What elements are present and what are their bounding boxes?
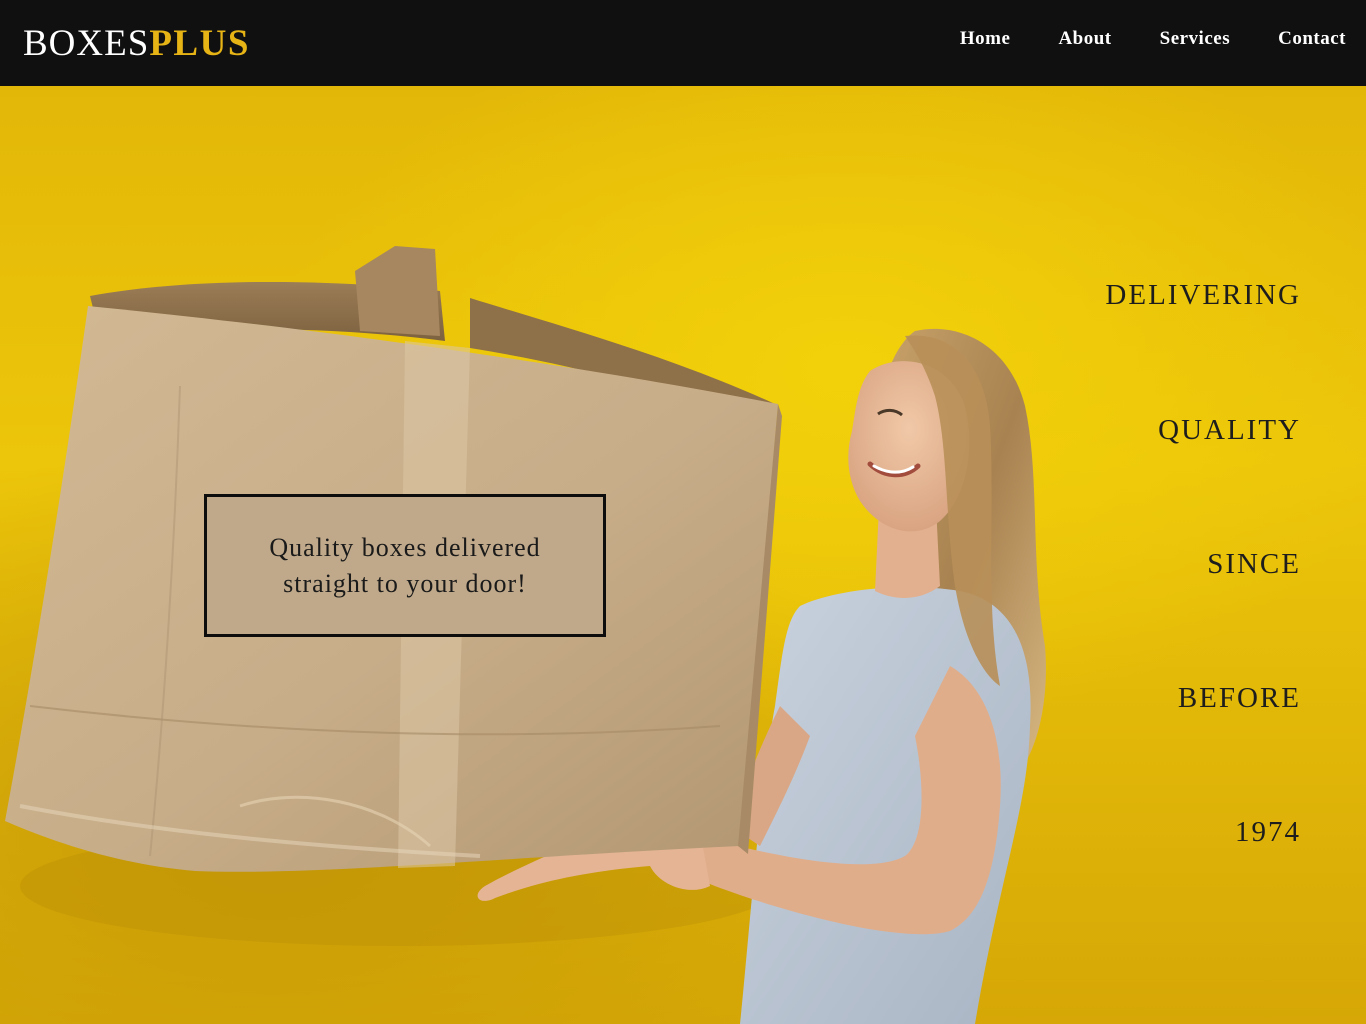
brand-name-accent: PLUS (149, 22, 250, 64)
hero-caption-box: Quality boxes delivered straight to your… (204, 494, 606, 637)
tagline-word: SINCE (1207, 548, 1301, 580)
hero-tagline: DELIVERING QUALITY SINCE BEFORE 1974 (1001, 86, 1301, 1024)
tagline-word: 1974 (1235, 816, 1301, 848)
brand-logo[interactable]: BOXES PLUS (23, 25, 250, 62)
navbar: BOXES PLUS Home About Services Contact (0, 0, 1366, 86)
hero-caption-text: Quality boxes delivered straight to your… (269, 532, 541, 598)
nav-link-home[interactable]: Home (960, 28, 1011, 50)
nav-link-services[interactable]: Services (1160, 28, 1230, 50)
nav-link-about[interactable]: About (1058, 28, 1111, 50)
hero-section: Quality boxes delivered straight to your… (0, 86, 1366, 1024)
tagline-word: DELIVERING (1105, 279, 1301, 311)
brand-name-primary: BOXES (23, 22, 150, 64)
main-nav: Home About Services Contact (960, 28, 1346, 50)
nav-link-contact[interactable]: Contact (1278, 28, 1346, 50)
tagline-word: BEFORE (1177, 682, 1301, 714)
tagline-word: QUALITY (1158, 414, 1301, 446)
